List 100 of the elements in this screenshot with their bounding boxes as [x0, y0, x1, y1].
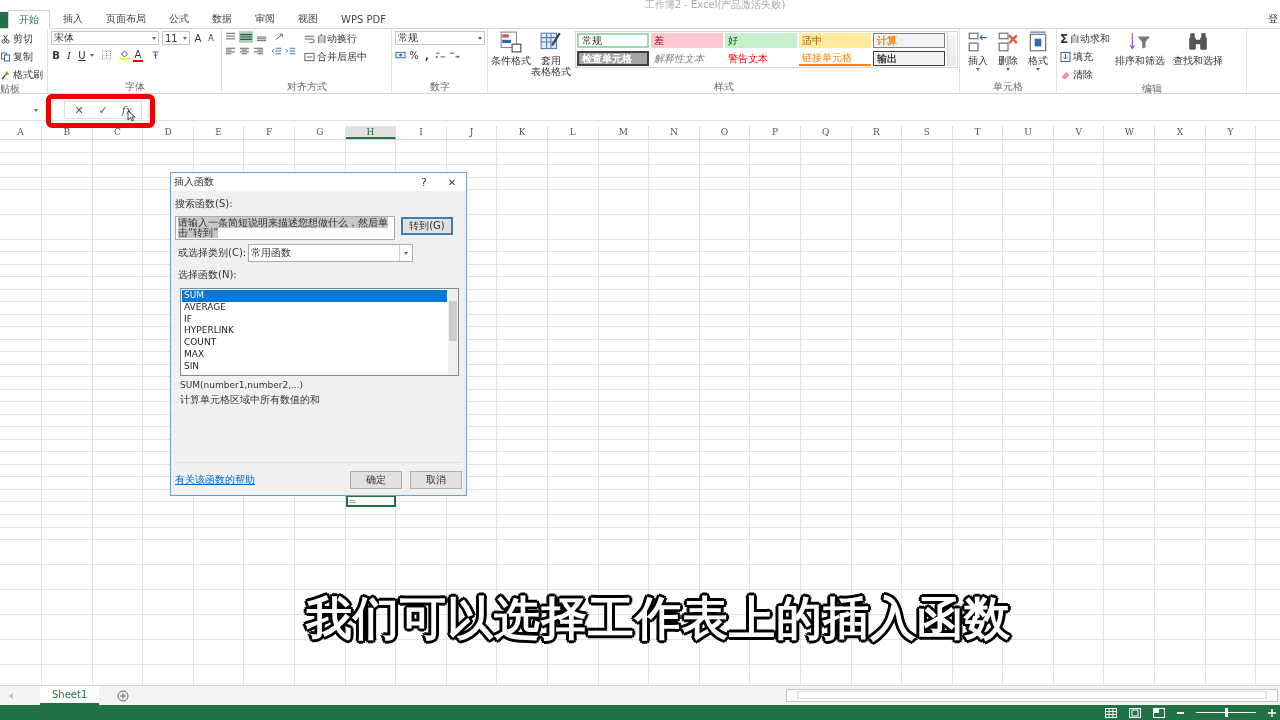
column-header[interactable]: U [1003, 126, 1054, 139]
column-header[interactable]: A [0, 126, 42, 139]
column-header[interactable]: Q [800, 126, 852, 139]
column-header[interactable]: X [1155, 126, 1206, 139]
column-header[interactable]: G [294, 126, 346, 139]
column-header[interactable]: R [851, 126, 903, 139]
cancel-button[interactable]: ✕ [71, 103, 87, 117]
font-size-dropdown[interactable]: 11 [162, 31, 190, 45]
scroll-left-icon[interactable] [8, 691, 14, 700]
percent-button[interactable]: % [409, 48, 419, 62]
column-header[interactable]: B [42, 126, 93, 139]
bold-button[interactable]: B [51, 48, 61, 62]
cell-style-swatch[interactable]: 好 [725, 33, 797, 48]
clear-button[interactable]: 清除 [1060, 67, 1111, 82]
cell-style-swatch[interactable]: 差 [651, 33, 723, 48]
ribbon-tab[interactable]: WPS PDF [331, 10, 396, 28]
cell-style-swatch[interactable]: 常规 [577, 33, 649, 48]
clipboard-button[interactable]: 复制 [0, 49, 33, 64]
file-tab[interactable] [0, 12, 8, 28]
function-list[interactable]: SUM AVERAGE IF HYPERLINK COUNT MAX SIN [180, 288, 459, 376]
shrink-font-button[interactable]: A [206, 31, 216, 45]
ribbon-tab[interactable]: 页面布局 [96, 10, 156, 28]
comma-button[interactable]: , [422, 48, 432, 62]
conditional-format-button[interactable]: 条件格式 [491, 31, 531, 66]
column-header[interactable]: I [396, 126, 447, 139]
cells-button[interactable]: 格式 [1023, 31, 1053, 71]
cell-style-swatch[interactable]: 警告文本 [725, 51, 797, 66]
grow-font-button[interactable]: A [193, 31, 203, 45]
ok-button[interactable]: 确定 [350, 471, 402, 489]
horizontal-scrollbar[interactable] [786, 689, 1278, 702]
find-select-button[interactable]: 查找和选择 [1170, 31, 1227, 66]
column-header[interactable]: M [598, 126, 650, 139]
normal-view-icon[interactable] [1105, 707, 1117, 718]
cancel-button[interactable]: 取消 [410, 471, 462, 489]
column-header[interactable]: L [547, 126, 599, 139]
function-item[interactable]: IF [182, 313, 447, 326]
go-button[interactable]: 转到(G) [401, 217, 453, 235]
gallery-scrollbar[interactable] [947, 33, 956, 66]
column-header[interactable]: T [952, 126, 1004, 139]
column-header[interactable]: Y [1205, 126, 1257, 139]
cells-button[interactable]: 插入 [963, 31, 993, 71]
column-header[interactable]: O [699, 126, 751, 139]
cell-style-swatch[interactable]: 适中 [799, 33, 871, 48]
column-header[interactable]: S [902, 126, 953, 139]
wrap-text-button[interactable]: 自动换行 [304, 31, 367, 46]
column-header[interactable]: J [446, 126, 498, 139]
cell-style-swatch[interactable]: 解释性文本 [651, 51, 723, 66]
autosum-button[interactable]: Σ 自动求和 [1060, 31, 1111, 46]
ribbon-tab[interactable]: 插入 [53, 10, 93, 28]
column-header[interactable]: D [143, 126, 194, 139]
function-item[interactable]: COUNT [182, 337, 447, 349]
function-item[interactable]: AVERAGE [182, 301, 447, 314]
decrease-indent-icon [271, 46, 282, 56]
sheet-tab[interactable]: Sheet1 [40, 686, 100, 705]
account-name[interactable]: 登 [1268, 12, 1280, 26]
merge-center-button[interactable]: 合并后居中 [304, 49, 367, 64]
ribbon-tab[interactable]: 视图 [288, 10, 328, 28]
number-format-dropdown[interactable]: 常规 [395, 31, 485, 45]
function-item[interactable]: HYPERLINK [182, 325, 447, 338]
category-dropdown[interactable]: 常用函数 [248, 244, 414, 262]
cells-button[interactable]: 删除 [993, 31, 1023, 71]
search-field[interactable]: 请输入一条简短说明来描述您想做什么，然后单击“转到” [175, 216, 395, 240]
help-link[interactable]: 有关该函数的帮助 [175, 473, 255, 487]
column-header[interactable]: C [92, 126, 144, 139]
caret-icon [183, 36, 187, 40]
column-header[interactable]: H [345, 126, 397, 139]
page-layout-icon[interactable] [1129, 707, 1141, 718]
column-header[interactable]: V [1053, 126, 1105, 139]
list-scrollbar[interactable] [448, 289, 458, 375]
increase-decimal-icon [435, 50, 446, 60]
ribbon-tab[interactable]: 开始 [8, 10, 50, 29]
function-item[interactable]: MAX [182, 349, 447, 361]
fill-button[interactable]: 填充 [1060, 49, 1111, 64]
help-button[interactable]: ? [410, 176, 438, 188]
ribbon-tab[interactable]: 公式 [159, 10, 199, 28]
column-header[interactable]: E [193, 126, 245, 139]
add-sheet-icon[interactable] [117, 689, 130, 702]
table-format-button[interactable]: 套用 表格格式 [531, 31, 571, 77]
enter-button[interactable]: ✓ [95, 103, 111, 117]
column-header[interactable]: N [649, 126, 700, 139]
zoom-in-icon[interactable] [1268, 708, 1276, 717]
zoom-out-icon[interactable] [1177, 711, 1184, 714]
ribbon-tab[interactable]: 审阅 [245, 10, 285, 28]
column-header[interactable]: F [244, 126, 295, 139]
function-item[interactable]: SUM [182, 290, 447, 302]
cell-style-swatch[interactable]: 输出 [873, 51, 945, 66]
column-header[interactable]: W [1104, 126, 1156, 139]
italic-button[interactable]: I [64, 48, 74, 62]
column-header[interactable]: K [497, 126, 548, 139]
ribbon-tab[interactable]: 数据 [202, 10, 242, 28]
column-header[interactable]: P [750, 126, 801, 139]
close-button[interactable]: ✕ [438, 176, 466, 188]
font-color-button[interactable]: A [133, 48, 143, 62]
underline-button[interactable]: U [77, 48, 87, 62]
sort-filter-button[interactable]: 排序和筛选 [1112, 31, 1169, 66]
font-name-dropdown[interactable]: 宋体 [51, 31, 159, 45]
clipboard-button[interactable]: 格式刷 [0, 67, 43, 82]
page-break-icon[interactable] [1153, 707, 1165, 718]
function-item[interactable]: SIN [182, 360, 447, 373]
clipboard-button[interactable]: 剪切 [0, 31, 33, 46]
